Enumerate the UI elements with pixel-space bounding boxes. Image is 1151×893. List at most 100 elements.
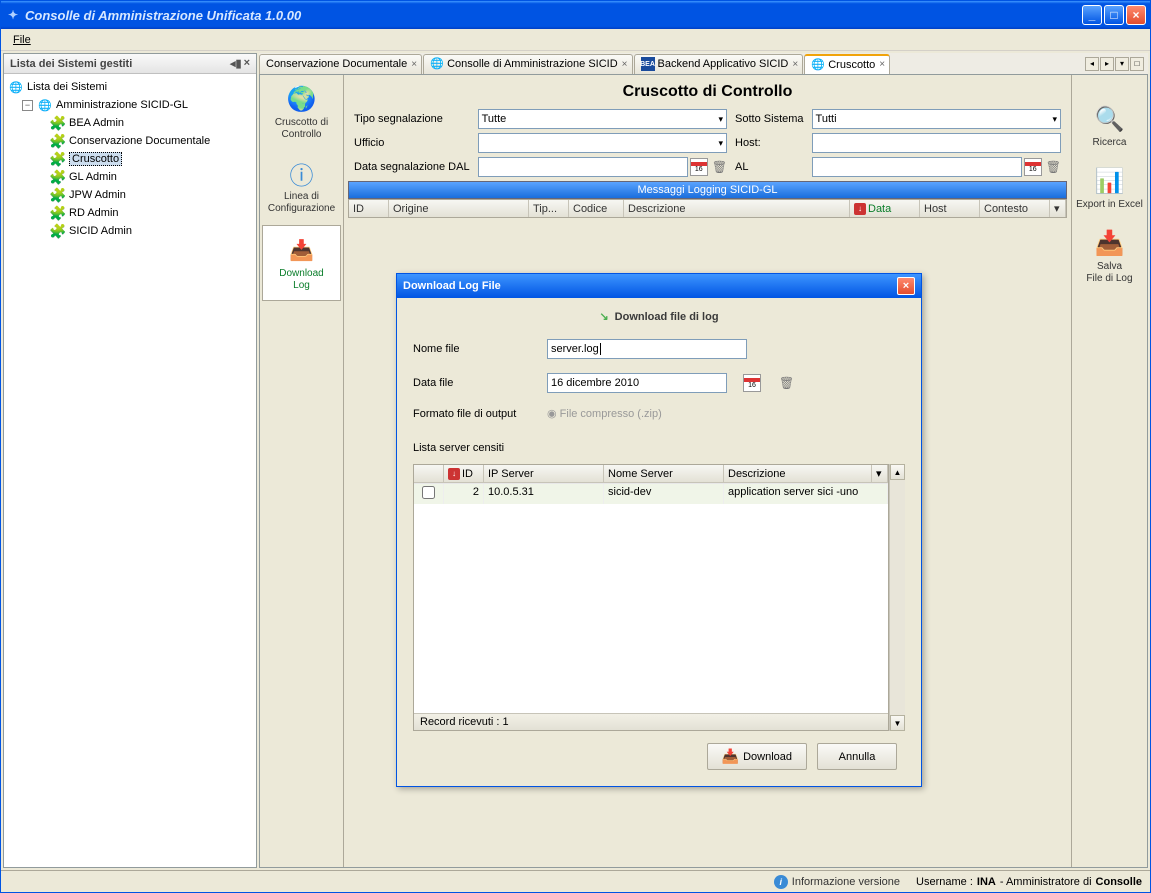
calendar-icon[interactable]: 16 xyxy=(1024,158,1042,176)
tab-next-button[interactable]: ▸ xyxy=(1100,57,1114,71)
ufficio-combo[interactable] xyxy=(478,133,727,153)
col-codice[interactable]: Codice xyxy=(569,200,624,217)
tipo-combo[interactable]: Tutte xyxy=(478,109,727,129)
tab-consolle-sicid[interactable]: 🌐Consolle di Amministrazione SICID× xyxy=(423,54,632,74)
tab-cruscotto[interactable]: 🌐Cruscotto× xyxy=(804,54,890,74)
nome-file-label: Nome file xyxy=(413,343,533,355)
appname: Consolle xyxy=(1096,876,1142,888)
server-table: ↓ID IP Server Nome Server Descrizione ▾ … xyxy=(413,464,889,731)
sidebar-collapse-icon[interactable]: ◂▮ xyxy=(230,57,242,70)
server-row[interactable]: 2 10.0.5.31 sicid-dev application server… xyxy=(414,483,888,504)
col-host[interactable]: Host xyxy=(920,200,980,217)
tree-group[interactable]: − 🌐 Amministrazione SICID-GL xyxy=(6,96,254,114)
col-tipo[interactable]: Tip... xyxy=(529,200,569,217)
col-data[interactable]: ↓Data xyxy=(850,200,920,217)
maximize-button[interactable]: □ xyxy=(1104,5,1124,25)
username: INA xyxy=(977,876,996,888)
tree-item-bea[interactable]: 🧩BEA Admin xyxy=(6,114,254,132)
calendar-icon[interactable]: 16 xyxy=(743,374,761,392)
col-srv-id[interactable]: ↓ID xyxy=(444,465,484,482)
puzzle-icon: 🧩 xyxy=(50,151,66,167)
tree-toggle-icon[interactable]: − xyxy=(22,100,33,111)
minimize-button[interactable]: _ xyxy=(1082,5,1102,25)
scroll-up-icon[interactable]: ▲ xyxy=(890,464,905,480)
tree-root[interactable]: 🌐 Lista dei Sistemi xyxy=(6,78,254,96)
col-contesto[interactable]: Contesto xyxy=(980,200,1050,217)
sidebar: Lista dei Sistemi gestiti ◂▮ × 🌐 Lista d… xyxy=(3,53,257,868)
systems-tree: 🌐 Lista dei Sistemi − 🌐 Amministrazione … xyxy=(4,74,256,244)
tab-conservazione[interactable]: Conservazione Documentale× xyxy=(259,54,422,74)
tool-cruscotto[interactable]: 🌍 Cruscotto di Controllo xyxy=(260,75,343,149)
col-id[interactable]: ID xyxy=(349,200,389,217)
download-button[interactable]: 📥Download xyxy=(707,743,807,770)
calendar-icon[interactable]: 16 xyxy=(690,158,708,176)
save-icon: 📥 xyxy=(1094,227,1126,259)
trash-icon[interactable]: 🗑 xyxy=(712,160,727,174)
col-menu[interactable]: ▾ xyxy=(872,465,888,482)
role-sep: - Amministratore di xyxy=(1000,876,1092,888)
tab-backend-sicid[interactable]: BEABackend Applicativo SICID× xyxy=(634,54,804,74)
menubar: File xyxy=(1,29,1150,51)
export-excel-button[interactable]: 📊 Export in Excel xyxy=(1072,157,1147,219)
scroll-down-icon[interactable]: ▼ xyxy=(890,715,905,731)
trash-icon[interactable]: 🗑 xyxy=(779,376,794,390)
server-checkbox[interactable] xyxy=(422,486,435,499)
info-icon: ⓘ xyxy=(286,157,318,189)
tool-linea[interactable]: ⓘ Linea di Configurazione xyxy=(260,149,343,223)
puzzle-icon: 🧩 xyxy=(50,115,66,131)
puzzle-icon: 🧩 xyxy=(50,133,66,149)
tree-item-sicid[interactable]: 🧩SICID Admin xyxy=(6,222,254,240)
tree-item-rd[interactable]: 🧩RD Admin xyxy=(6,204,254,222)
host-input[interactable] xyxy=(812,133,1061,153)
col-menu[interactable]: ▾ xyxy=(1050,200,1066,217)
col-srv-descr[interactable]: Descrizione xyxy=(724,465,872,482)
al-input[interactable] xyxy=(812,157,1022,177)
menu-file[interactable]: File xyxy=(7,32,37,48)
ricerca-button[interactable]: 🔍 Ricerca xyxy=(1072,95,1147,157)
close-button[interactable]: × xyxy=(1126,5,1146,25)
sort-icon: ↓ xyxy=(448,468,460,480)
info-icon[interactable]: i xyxy=(774,875,788,889)
dialog-close-button[interactable]: × xyxy=(897,277,915,295)
download-icon: ↘ xyxy=(599,310,608,323)
sidebar-close-icon[interactable]: × xyxy=(244,57,250,70)
tab-prev-button[interactable]: ◂ xyxy=(1085,57,1099,71)
tab-close-icon[interactable]: × xyxy=(411,59,417,70)
tree-item-conservazione[interactable]: 🧩Conservazione Documentale xyxy=(6,132,254,150)
tab-list-button[interactable]: ▾ xyxy=(1115,57,1129,71)
tab-close-icon[interactable]: × xyxy=(622,59,628,70)
excel-icon: 📊 xyxy=(1094,165,1126,197)
col-srv-nome[interactable]: Nome Server xyxy=(604,465,724,482)
puzzle-icon: 🧩 xyxy=(50,223,66,239)
tab-max-button[interactable]: □ xyxy=(1130,57,1144,71)
sidebar-header: Lista dei Sistemi gestiti ◂▮ × xyxy=(4,54,256,74)
nome-file-input[interactable]: server.log xyxy=(547,339,747,359)
tree-item-gl[interactable]: 🧩GL Admin xyxy=(6,168,254,186)
tab-close-icon[interactable]: × xyxy=(879,59,885,70)
sotto-combo[interactable]: Tutti xyxy=(812,109,1061,129)
server-ip: 10.0.5.31 xyxy=(484,484,604,504)
puzzle-icon: 🧩 xyxy=(50,205,66,221)
dialog-heading: ↘ Download file di log xyxy=(413,310,905,323)
tree-item-cruscotto[interactable]: 🧩Cruscotto xyxy=(6,150,254,168)
scrollbar[interactable]: ▲ ▼ xyxy=(889,464,905,731)
col-srv-ip[interactable]: IP Server xyxy=(484,465,604,482)
data-file-input[interactable]: 16 dicembre 2010 xyxy=(547,373,727,393)
globe-icon: 🌐 xyxy=(811,58,825,72)
server-descr: application server sici -uno xyxy=(724,484,888,504)
info-version-link[interactable]: Informazione versione xyxy=(792,876,900,888)
filters: Tipo segnalazione Tutte Sotto Sistema Tu… xyxy=(348,105,1067,181)
salva-log-button[interactable]: 📥 Salva File di Log xyxy=(1072,219,1147,293)
ufficio-label: Ufficio xyxy=(354,137,470,149)
main-window: ✦ Consolle di Amministrazione Unificata … xyxy=(0,0,1151,893)
tab-close-icon[interactable]: × xyxy=(792,59,798,70)
col-descrizione[interactable]: Descrizione xyxy=(624,200,850,217)
col-check[interactable] xyxy=(414,465,444,482)
annulla-button[interactable]: Annulla xyxy=(817,743,897,770)
tool-download-log[interactable]: 📥 Download Log xyxy=(262,225,341,301)
formato-radio: ◉ File compresso (.zip) xyxy=(547,407,662,420)
tree-item-jpw[interactable]: 🧩JPW Admin xyxy=(6,186,254,204)
trash-icon[interactable]: 🗑 xyxy=(1046,160,1061,174)
col-origine[interactable]: Origine xyxy=(389,200,529,217)
dal-input[interactable] xyxy=(478,157,688,177)
